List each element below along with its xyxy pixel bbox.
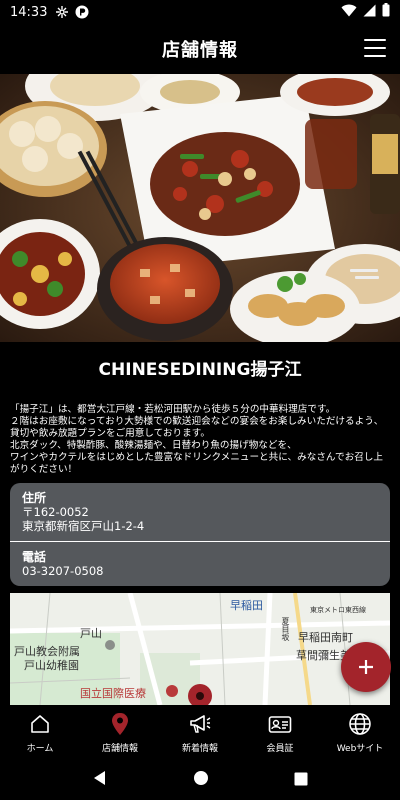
wifi-icon bbox=[341, 4, 357, 21]
shop-description: 「揚子江」は、都営大江戸線・若松河田駅から徒歩５分の中華料理店です。 ２階はお座… bbox=[10, 404, 384, 475]
member-card-icon bbox=[267, 711, 293, 737]
map-label-hospital: 国立国際医療 bbox=[80, 687, 146, 700]
hamburger-menu-icon[interactable] bbox=[364, 37, 386, 59]
bottom-nav: ホーム 店舗情報 新着情報 会員証 Webサイト bbox=[0, 705, 400, 760]
phone-label: 電話 bbox=[22, 550, 47, 564]
status-right bbox=[341, 3, 390, 21]
map-label-yochien: 戸山幼稚園 bbox=[24, 659, 79, 672]
postal-code: 〒162-0052 bbox=[22, 505, 89, 519]
nav-store-info-label: 店舗情報 bbox=[101, 744, 138, 754]
map-label-toyama: 戸山 bbox=[80, 627, 102, 640]
globe-icon bbox=[347, 711, 373, 737]
shop-info-card: 住所 〒162-0052 東京都新宿区戸山1-2-4 電話 03-3207-05… bbox=[10, 483, 390, 586]
map-pin-icon bbox=[107, 711, 133, 737]
nav-home-label: ホーム bbox=[26, 744, 54, 754]
home-circle-icon[interactable] bbox=[193, 770, 209, 790]
map-label-natsume: 夏目坂 bbox=[281, 617, 290, 641]
hero-food-photo bbox=[0, 74, 400, 342]
home-icon bbox=[27, 711, 53, 737]
nav-member-card-label: 会員証 bbox=[266, 744, 294, 754]
plus-icon bbox=[359, 660, 373, 674]
phone-section[interactable]: 電話 03-3207-0508 bbox=[10, 541, 390, 586]
nav-website[interactable]: Webサイト bbox=[320, 705, 400, 760]
nav-member-card[interactable]: 会員証 bbox=[240, 705, 320, 760]
status-time: 14:33 bbox=[10, 4, 48, 20]
shop-name: CHINESEDINING揚子江 bbox=[98, 359, 302, 380]
add-fab-button[interactable] bbox=[341, 642, 391, 692]
phone-number[interactable]: 03-3207-0508 bbox=[22, 564, 380, 578]
nav-home[interactable]: ホーム bbox=[0, 705, 80, 760]
recents-icon[interactable] bbox=[294, 771, 308, 790]
page-title: 店舗情報 bbox=[162, 40, 238, 61]
signal-icon bbox=[363, 4, 376, 21]
map-label-waseda: 早稲田 bbox=[230, 599, 263, 612]
battery-icon bbox=[382, 3, 390, 21]
address-section[interactable]: 住所 〒162-0052 東京都新宿区戸山1-2-4 bbox=[10, 483, 390, 541]
nav-store-info[interactable]: 店舗情報 bbox=[80, 705, 160, 760]
map-label-waseda-minami: 早稲田南町 bbox=[298, 631, 353, 644]
status-bar: 14:33 bbox=[0, 0, 400, 24]
nav-news[interactable]: 新着情報 bbox=[160, 705, 240, 760]
address-label: 住所 bbox=[22, 491, 47, 505]
map-view[interactable]: 早稲田 東京メトロ東西線 戸山 早稲田南町 夏目坂 戸山教会附属 戸山幼稚園 草… bbox=[10, 593, 390, 705]
address-text: 東京都新宿区戸山1-2-4 bbox=[22, 519, 145, 533]
app-notification-icon bbox=[75, 5, 89, 19]
app-header: 店舗情報 bbox=[0, 24, 400, 74]
network-icon bbox=[55, 5, 69, 19]
nav-website-label: Webサイト bbox=[336, 744, 384, 754]
back-icon[interactable] bbox=[92, 770, 108, 790]
system-nav-bar bbox=[0, 760, 400, 800]
megaphone-icon bbox=[187, 711, 213, 737]
map-label-tozai: 東京メトロ東西線 bbox=[310, 606, 366, 614]
nav-news-label: 新着情報 bbox=[181, 744, 218, 754]
